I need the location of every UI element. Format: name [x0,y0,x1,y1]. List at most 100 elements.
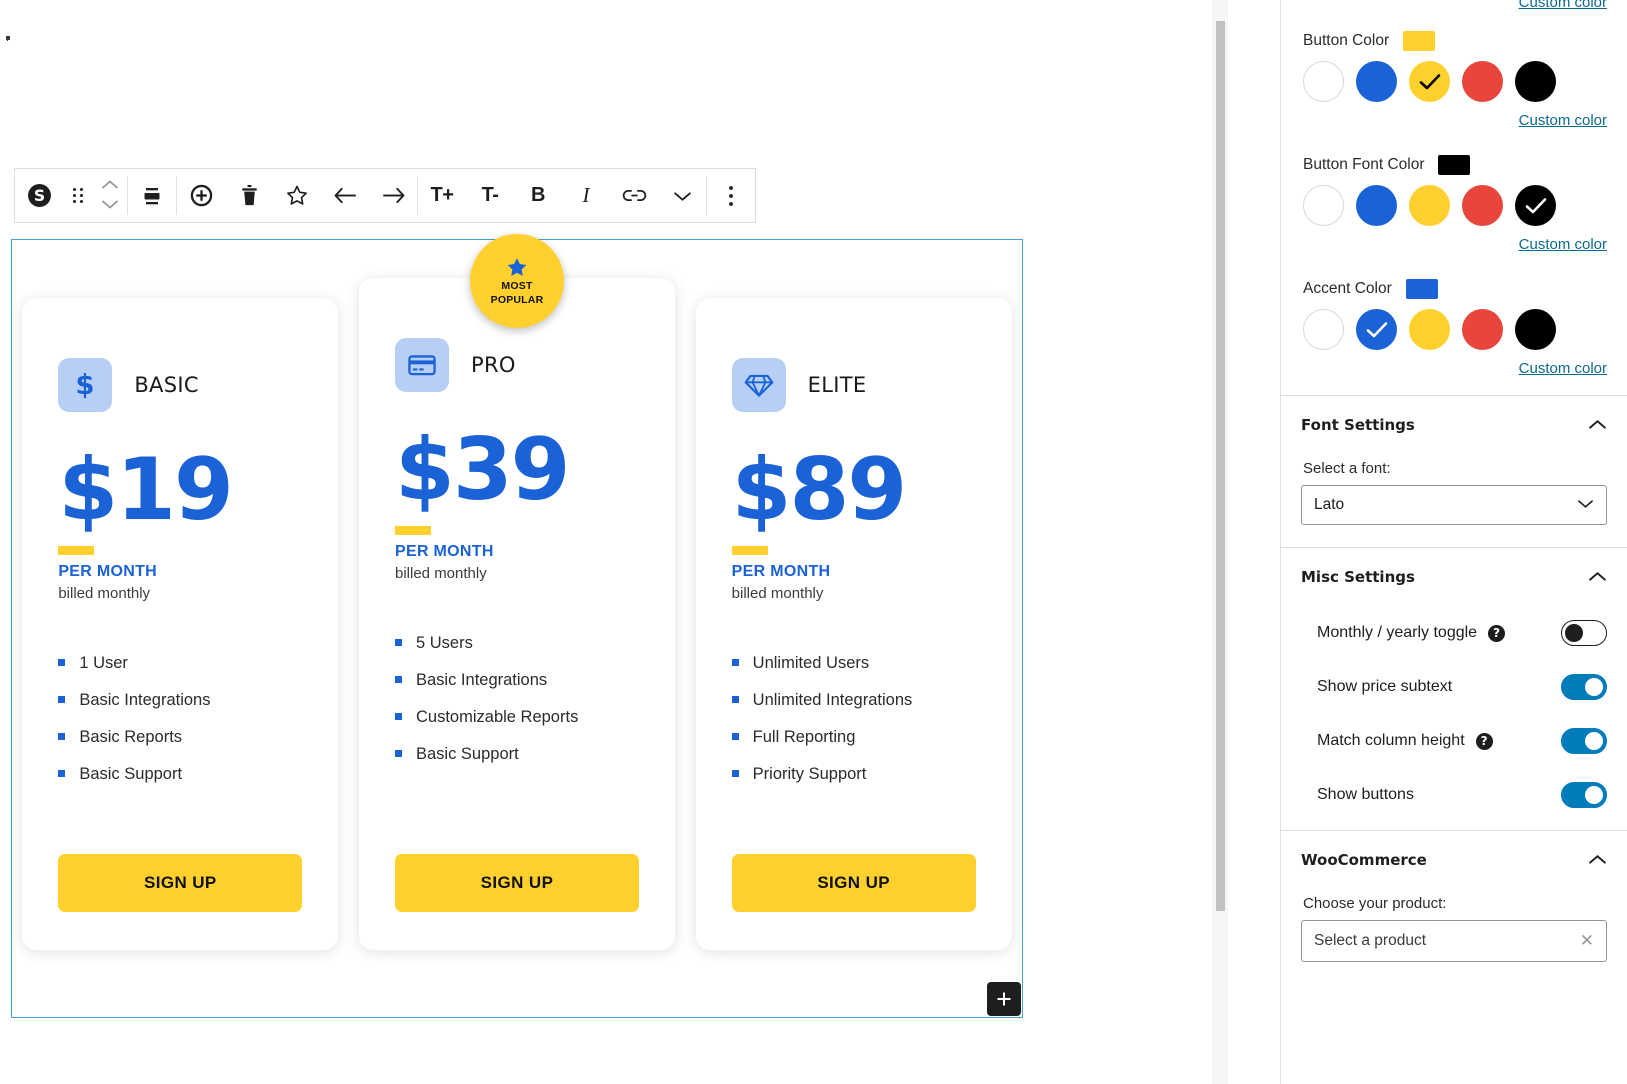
sidebar-scrollbar-thumb[interactable] [1216,21,1225,911]
list-item: Customizable Reports [395,708,639,727]
monthly-yearly-toggle[interactable] [1561,620,1607,646]
help-icon[interactable]: ? [1475,732,1493,750]
toggle-knob [1585,786,1603,804]
help-icon[interactable]: ? [1488,624,1506,642]
drag-handle[interactable] [63,169,93,222]
custom-color-link-accent-color[interactable]: Custom color [1301,350,1607,389]
pricing-card[interactable]: MOST POPULAR PRO $39 PER MONTH billed mo… [359,234,675,950]
swatch-red[interactable] [1462,309,1503,350]
panel-title: Misc Settings [1301,568,1415,586]
custom-color-link-button-color[interactable]: Custom color [1301,102,1607,141]
swatch-red[interactable] [1462,185,1503,226]
font-size-decrease-button[interactable]: T- [466,169,514,222]
more-formatting-chevron-down-icon[interactable] [658,169,706,222]
plan-period: PER MONTH [58,562,158,580]
color-label-row: Button Color [1301,23,1607,55]
signup-button[interactable]: SIGN UP [395,854,639,912]
swatch-yellow-selected[interactable] [1409,61,1450,102]
pricing-dollar-icon[interactable]: S [15,169,63,222]
pricing-card[interactable]: ELITE $89 PER MONTH billed monthly Unlim… [695,298,1012,950]
list-item: Priority Support [731,764,976,784]
star-icon[interactable] [273,169,321,222]
swatch-black[interactable] [1515,61,1556,102]
color-label: Button Font Color [1303,156,1425,173]
current-color-swatch [1405,279,1438,299]
plan-subtext: billed monthly [395,564,487,582]
align-icon[interactable] [128,169,176,222]
show-price-subtext-toggle[interactable] [1561,674,1607,700]
swatch-yellow[interactable] [1409,309,1450,350]
link-icon[interactable] [610,169,658,222]
color-label: Button Color [1303,32,1390,49]
italic-button[interactable]: I [562,169,610,222]
match-column-height-toggle[interactable] [1561,728,1607,754]
swatch-black-selected[interactable] [1515,185,1556,226]
bullet-icon [58,732,66,740]
pricing-column-pro[interactable]: MOST POPULAR PRO $39 PER MONTH billed mo… [349,234,686,950]
show-buttons-toggle[interactable] [1561,782,1607,808]
swatch-white[interactable] [1303,185,1344,226]
list-item: Basic Reports [58,728,302,747]
panel-title: WooCommerce [1301,851,1427,869]
color-label-row: Accent Color [1301,271,1607,303]
block-mover[interactable] [93,169,127,222]
signup-button[interactable]: SIGN UP [58,854,303,912]
bullet-icon [395,675,402,683]
font-select[interactable]: Lato [1301,485,1607,525]
price-divider-rule [58,545,95,555]
plan-title: ELITE [807,373,867,397]
bold-button[interactable]: B [514,169,562,222]
toggle-label-group: Show buttons [1317,786,1414,804]
feature-text: Full Reporting [752,727,856,746]
settings-sidebar: Custom color Button Color Custom color B… [1280,0,1627,1084]
stray-text-mark: . [6,32,10,44]
pricing-table-block[interactable]: $ BASIC $19 PER MONTH billed monthly 1 U… [11,234,1023,1018]
feature-list: 1 User Basic Integrations Basic Reports … [58,654,302,784]
pricing-card[interactable]: $ BASIC $19 PER MONTH billed monthly 1 U… [22,298,339,950]
swatch-yellow[interactable] [1409,185,1450,226]
swatch-blue-selected[interactable] [1356,309,1397,350]
custom-color-link-top[interactable]: Custom color [1301,0,1607,23]
chevron-up-icon[interactable] [1588,854,1607,866]
font-settings-header[interactable]: Font Settings [1301,396,1607,454]
toggle-knob [1585,732,1603,750]
move-down-icon[interactable] [101,197,119,215]
chevron-up-icon[interactable] [1588,571,1607,583]
toggle-knob [1585,678,1603,696]
pricing-column-basic[interactable]: $ BASIC $19 PER MONTH billed monthly 1 U… [12,240,349,950]
price-divider-rule [731,545,768,555]
swatch-white[interactable] [1303,61,1344,102]
product-placeholder: Select a product [1314,932,1427,949]
move-right-icon[interactable] [369,169,417,222]
font-size-increase-button[interactable]: T+ [418,169,466,222]
delete-column-icon[interactable] [225,169,273,222]
pricing-column-elite[interactable]: ELITE $89 PER MONTH billed monthly Unlim… [685,240,1022,950]
toolbar-group-options [707,169,755,222]
plan-price: $89 [731,440,908,540]
bullet-icon [731,695,739,703]
add-block-button[interactable] [987,982,1021,1016]
bullet-icon [731,732,739,740]
feature-text: Priority Support [752,764,867,783]
misc-settings-header[interactable]: Misc Settings [1301,548,1607,606]
color-group-accent-color: Accent Color Custom color [1301,271,1607,395]
custom-color-link-button-font-color[interactable]: Custom color [1301,226,1607,265]
swatch-blue[interactable] [1356,61,1397,102]
product-select-input[interactable]: Select a product ✕ [1301,920,1607,962]
close-icon[interactable]: ✕ [1580,931,1594,951]
feature-text: 5 Users [416,633,473,652]
add-column-icon[interactable] [177,169,225,222]
woocommerce-header[interactable]: WooCommerce [1301,831,1607,889]
toolbar-group-column [177,169,417,222]
feature-text: 1 User [79,653,128,672]
swatch-black[interactable] [1515,309,1556,350]
move-left-icon[interactable] [321,169,369,222]
signup-button[interactable]: SIGN UP [731,854,976,912]
swatch-blue[interactable] [1356,185,1397,226]
swatch-red[interactable] [1462,61,1503,102]
swatch-white[interactable] [1303,309,1344,350]
move-up-icon[interactable] [101,177,119,195]
block-toolbar: S T+ T- B I [14,168,756,223]
block-options-ellipsis-icon[interactable] [707,169,755,222]
chevron-up-icon[interactable] [1588,419,1607,431]
